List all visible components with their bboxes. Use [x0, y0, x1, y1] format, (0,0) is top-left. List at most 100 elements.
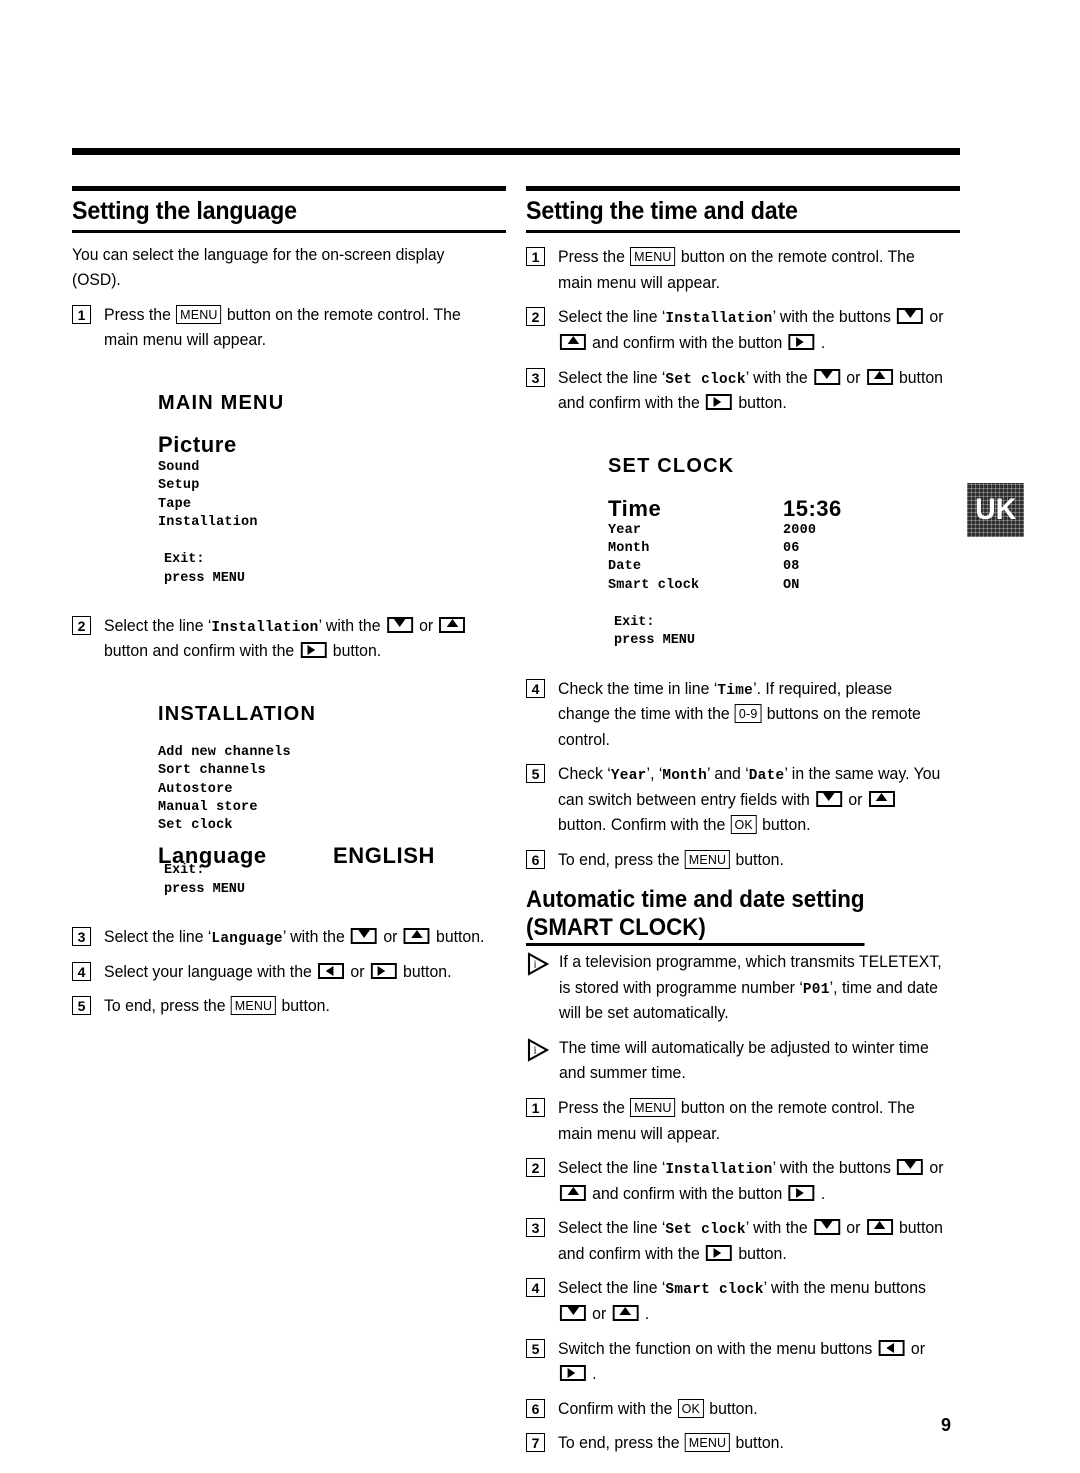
- up-arrow-button-icon[interactable]: [439, 616, 466, 633]
- remote-key-0-9[interactable]: 0-9: [735, 704, 762, 724]
- osd-term: Set clock: [665, 1221, 746, 1239]
- right-arrow-button-icon[interactable]: [788, 333, 815, 350]
- numbered-step: 6 To end, press the MENU button.: [526, 848, 960, 874]
- osd-title: SET CLOCK: [608, 454, 735, 477]
- remote-key-menu[interactable]: MENU: [630, 247, 676, 267]
- osd-exit-hint: Exit: press MENU: [164, 862, 245, 899]
- locale-tab-label: UK: [974, 493, 1017, 526]
- up-arrow-button-icon[interactable]: [868, 790, 895, 807]
- smart-clock-steps: 1 Press the MENU button on the remote con…: [526, 1096, 960, 1457]
- osd-term: Installation: [211, 618, 319, 636]
- numbered-step: 4 Select the line ‘Smart clock’ with the …: [526, 1276, 960, 1327]
- osd-term: Language: [211, 930, 283, 947]
- remote-key-menu[interactable]: MENU: [684, 1433, 731, 1453]
- osd-item: Add new channels: [158, 745, 291, 760]
- heading-rule-below: [526, 230, 960, 234]
- remote-key-menu[interactable]: MENU: [230, 996, 277, 1016]
- numbered-step: 2 Select the line ‘Installation’ with the…: [526, 305, 960, 356]
- osd-term: Installation: [665, 1161, 773, 1179]
- remote-key-menu[interactable]: MENU: [630, 1098, 676, 1117]
- osd-term: Smart clock: [665, 1281, 764, 1299]
- step-number: 1: [526, 1098, 545, 1117]
- arrow-glyph: [567, 1306, 579, 1315]
- note-item: i The time will automatically be adjusted…: [526, 1036, 960, 1087]
- osd-exit-action: press MENU: [164, 881, 246, 897]
- osd-term: P01: [802, 980, 830, 998]
- osd-item: Sound: [158, 459, 200, 475]
- locale-tab-uk: UK: [967, 483, 1024, 537]
- osd-row-value: 08: [783, 559, 800, 575]
- osd-term: Date: [748, 767, 785, 785]
- down-arrow-button-icon[interactable]: [816, 790, 843, 807]
- right-arrow-button-icon[interactable]: [300, 642, 327, 659]
- page-title-language: Setting the language: [72, 197, 297, 225]
- arrow-glyph: [873, 370, 886, 379]
- osd-row: Year 2000: [608, 522, 906, 540]
- step-number: 6: [526, 850, 545, 869]
- down-arrow-button-icon[interactable]: [814, 368, 840, 385]
- page-title-time-date: Setting the time and date: [526, 197, 798, 225]
- step-text: To end, press the MENU button.: [104, 996, 330, 1016]
- step-text: Select the line ‘Set clock’ with the or …: [558, 368, 943, 413]
- up-arrow-button-icon[interactable]: [559, 333, 586, 350]
- up-arrow-button-icon[interactable]: [559, 1184, 586, 1201]
- step-text: Confirm with the OK button.: [558, 1398, 758, 1418]
- numbered-step: 3 Select the line ‘Language’ with the or …: [72, 925, 506, 951]
- smart-clock-heading-line2: (SMART CLOCK): [526, 913, 706, 941]
- down-arrow-button-icon[interactable]: [897, 1159, 924, 1176]
- left-column: Setting the language You can select the …: [72, 186, 506, 1029]
- down-arrow-button-icon[interactable]: [897, 308, 924, 325]
- down-arrow-button-icon[interactable]: [351, 928, 378, 944]
- down-arrow-button-icon[interactable]: [814, 1219, 840, 1236]
- left-arrow-button-icon[interactable]: [878, 1339, 905, 1356]
- right-arrow-button-icon[interactable]: [706, 394, 732, 411]
- note-text: The time will automatically be adjusted …: [559, 1038, 929, 1083]
- screen-main-menu: MAIN MENU Picture Sound Setup Tape Insta…: [128, 363, 456, 602]
- smart-clock-heading: Automatic time and date setting (SMART C…: [526, 886, 960, 947]
- page-number: 9: [941, 1415, 952, 1435]
- numbered-step: 2 Select the line ‘Installation’ with the…: [72, 614, 506, 665]
- osd-item: Setup: [158, 478, 200, 494]
- right-arrow-button-icon[interactable]: [706, 1244, 732, 1261]
- right-arrow-button-icon[interactable]: [559, 1365, 586, 1382]
- remote-key-menu[interactable]: MENU: [176, 304, 222, 324]
- step-text: Check ‘Year’, ‘Month’ and ‘Date’ in the …: [558, 765, 941, 835]
- osd-title: MAIN MENU: [158, 391, 285, 414]
- svg-text:i: i: [534, 960, 537, 971]
- up-arrow-button-icon[interactable]: [866, 368, 893, 385]
- numbered-step: 5 Check ‘Year’, ‘Month’ and ‘Date’ in the…: [526, 762, 960, 839]
- info-triangle-icon: i: [526, 1038, 550, 1062]
- up-arrow-button-icon[interactable]: [612, 1304, 639, 1321]
- osd-row: Month 06: [608, 540, 906, 558]
- step-text: Press the MENU button on the remote cont…: [558, 247, 915, 292]
- down-arrow-button-icon[interactable]: [559, 1304, 586, 1321]
- step-number: 5: [526, 1338, 545, 1358]
- svg-text:i: i: [534, 1045, 537, 1056]
- arrow-glyph: [713, 397, 721, 408]
- remote-key-ok[interactable]: OK: [730, 815, 757, 835]
- osd-row-value: 2000: [783, 522, 817, 538]
- numbered-step: 4 Check the time in line ‘Time’. If requi…: [526, 677, 960, 754]
- step-text: Switch the function on with the menu but…: [558, 1339, 926, 1384]
- osd-time-row: Time 15:36: [608, 496, 906, 522]
- left-arrow-button-icon[interactable]: [318, 962, 345, 979]
- up-arrow-button-icon[interactable]: [866, 1219, 893, 1236]
- down-arrow-button-icon[interactable]: [386, 616, 413, 633]
- osd-row-value: 06: [783, 540, 800, 556]
- osd-exit-label: Exit:: [614, 614, 655, 630]
- step-number: 4: [72, 961, 91, 981]
- step-number: 2: [526, 1158, 545, 1178]
- arrow-glyph: [567, 1368, 575, 1379]
- numbered-step: 5 To end, press the MENU button.: [72, 994, 506, 1020]
- osd-row: Date 08: [608, 558, 906, 576]
- remote-key-menu[interactable]: MENU: [684, 850, 731, 869]
- page-top-rule: [72, 148, 960, 155]
- up-arrow-button-icon[interactable]: [403, 928, 430, 944]
- note-item: i If a television programme, which transm…: [526, 950, 960, 1027]
- arrow-glyph: [795, 1187, 804, 1198]
- numbered-step: 6 Confirm with the OK button.: [526, 1397, 960, 1423]
- right-arrow-button-icon[interactable]: [370, 962, 397, 979]
- right-arrow-button-icon[interactable]: [788, 1184, 815, 1201]
- step-text: Select the line ‘Language’ with the or b…: [104, 928, 485, 947]
- remote-key-ok[interactable]: OK: [677, 1398, 704, 1418]
